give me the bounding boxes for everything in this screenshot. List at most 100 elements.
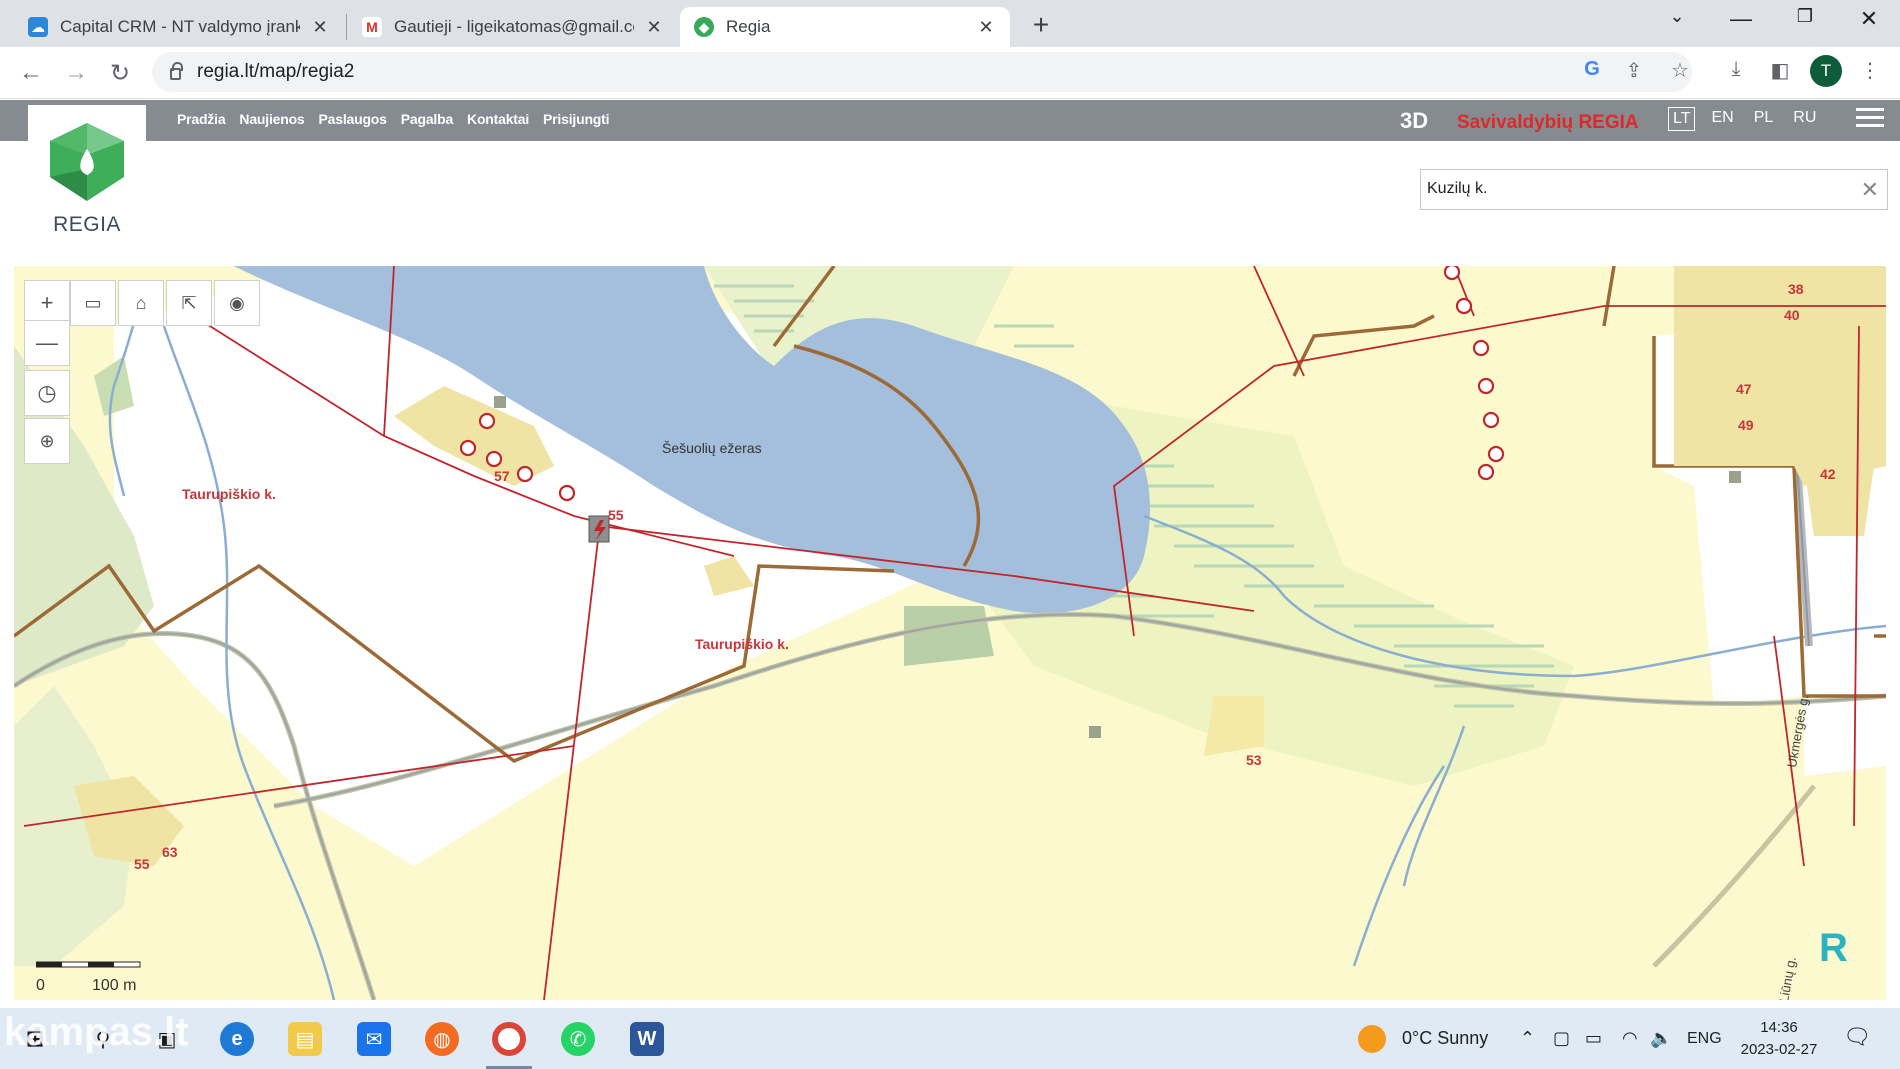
forward-button[interactable]: → [61,59,91,87]
tray-meet-icon[interactable]: ▢ [1553,1028,1570,1049]
chrome-icon[interactable] [492,1022,526,1056]
tab-regia[interactable]: ◆ Regia ✕ [680,7,1010,47]
search-box[interactable]: ✕ [1420,169,1888,210]
reload-button[interactable]: ↻ [105,59,135,88]
map-viewport[interactable]: Šešuolių ežeras Taurupiškio k. Taurupišk… [14,266,1886,1000]
nav-pagalba[interactable]: Pagalba [401,111,453,127]
village-label-2: Taurupiškio k. [695,636,789,652]
language-switcher: LT EN PL RU [1668,107,1820,131]
profile-avatar[interactable]: T [1810,55,1842,87]
share-icon[interactable]: ⇪ [1620,58,1648,83]
tab-gmail[interactable]: M Gautieji - ligeikatomas@gmail.com ✕ [348,7,678,47]
lang-ru[interactable]: RU [1789,107,1820,131]
nav-pradzia[interactable]: Pradžia [177,111,226,127]
field-53 [1204,696,1264,756]
wifi-icon[interactable]: ◠ [1622,1028,1638,1049]
parcel-number: 40 [1784,307,1800,323]
green-patch [904,606,994,666]
address-bar[interactable]: regia.lt/map/regia2 [152,52,1692,92]
file-explorer-icon[interactable]: ▤ [288,1022,322,1056]
input-language[interactable]: ENG [1687,1030,1722,1048]
lock-icon [170,62,183,80]
notifications-icon[interactable]: 🗨 [1843,1024,1871,1050]
regia-logo-icon [50,123,124,201]
clock-time: 14:36 [1760,1019,1798,1036]
close-icon[interactable]: ✕ [310,17,330,38]
parcel-number: 49 [1738,417,1754,433]
tab-title: Gautieji - ligeikatomas@gmail.com [394,17,634,36]
bookmark-star-icon[interactable]: ☆ [1666,58,1694,83]
battery-icon[interactable]: ▭ [1585,1028,1602,1049]
tab-title: Regia [726,17,771,36]
close-icon[interactable]: ✕ [976,17,996,38]
weather-sun-icon [1358,1025,1386,1053]
scale-zero: 0 [36,977,45,994]
restore-button[interactable]: ❐ [1785,6,1825,27]
browser-tabstrip: ☁ Capital CRM - NT valdymo įrankis ✕ M G… [0,0,1900,47]
tab-search-icon[interactable]: ⌄ [1657,6,1697,27]
menu-dots-icon[interactable]: ⋮ [1856,58,1884,83]
logo-text: REGIA [53,213,121,236]
word-icon[interactable]: W [630,1022,664,1056]
brand-link[interactable]: Savivaldybių REGIA [1457,112,1639,134]
windows-taskbar: ⊞ ⚲ ▣ e ▤ ✉ ◍ ✆ W 0°C Sunny ⌃ ▢ ▭ ◠ 🔈 EN… [0,1008,1900,1069]
village-label: Taurupiškio k. [182,486,276,502]
side-panel-icon[interactable]: ◧ [1766,58,1794,83]
nav-naujienos[interactable]: Naujienos [239,111,304,127]
parcel-number: 42 [1820,466,1836,482]
lang-lt[interactable]: LT [1668,107,1696,131]
back-button[interactable]: ← [16,59,46,87]
whatsapp-icon[interactable]: ✆ [561,1022,595,1056]
parcel-number: 55 [134,856,150,872]
tray-chevron-icon[interactable]: ⌃ [1520,1028,1535,1049]
parcel-number: 55 [608,507,624,523]
window-close-button[interactable]: ✕ [1849,6,1889,32]
download-icon[interactable]: ⤓ [1722,58,1750,81]
scale-label: 100 m [92,977,137,994]
site-nav: Pradžia Naujienos Paslaugos Pagalba Kont… [177,111,609,127]
scale-bar [36,961,141,968]
new-tab-button[interactable]: + [1028,9,1054,41]
3d-button[interactable]: 3D [1400,108,1428,134]
site-header-bar: Pradžia Naujienos Paslaugos Pagalba Kont… [0,100,1900,141]
regia-corner-logo-icon: R [1819,926,1848,970]
zoom-out-button[interactable]: — [24,320,70,366]
close-icon[interactable]: ✕ [644,17,664,38]
tab-separator [346,14,347,40]
map-layer[interactable] [14,266,1886,1000]
search-input[interactable] [1427,180,1847,198]
parcel-number: 63 [162,844,178,860]
lang-en[interactable]: EN [1707,107,1737,131]
tab-capital-crm[interactable]: ☁ Capital CRM - NT valdymo įrankis ✕ [14,7,344,47]
capital-crm-icon: ☁ [28,17,48,37]
url-text: regia.lt/map/regia2 [197,61,355,82]
locate-crosshair-icon[interactable]: ⊕ [24,418,70,464]
parcel-number: 47 [1736,381,1752,397]
minimize-button[interactable]: — [1721,6,1761,32]
firefox-icon[interactable]: ◍ [425,1022,459,1056]
hamburger-menu-icon[interactable] [1856,108,1884,132]
nav-paslaugos[interactable]: Paslaugos [319,111,387,127]
marker-pin-icon[interactable]: ⌂ [118,280,164,326]
edge-icon[interactable]: e [220,1022,254,1056]
share-export-icon[interactable]: ⇱ [166,280,212,326]
google-icon[interactable]: G [1578,58,1606,81]
measure-ruler-icon[interactable]: ▭ [70,280,116,326]
parcel-number: 53 [1246,752,1262,768]
mail-icon[interactable]: ✉ [357,1022,391,1056]
system-clock[interactable]: 14:36 2023-02-27 [1736,1017,1822,1061]
nav-kontaktai[interactable]: Kontaktai [467,111,529,127]
clock-date: 2023-02-27 [1740,1041,1818,1058]
lang-pl[interactable]: PL [1750,107,1778,131]
regia-logo[interactable]: REGIA [28,105,146,245]
weather-text[interactable]: 0°C Sunny [1402,1028,1488,1049]
tab-title: Capital CRM - NT valdymo įrankis [60,17,300,36]
clear-search-icon[interactable]: ✕ [1861,177,1879,203]
volume-icon[interactable]: 🔈 [1650,1028,1672,1049]
parcel-number: 57 [494,468,510,484]
target-icon[interactable]: ◉ [214,280,260,326]
nav-prisijungti[interactable]: Prisijungti [543,111,609,127]
history-clock-icon[interactable]: ◷ [24,370,70,416]
regia-favicon: ◆ [694,17,714,37]
watermark-text: kampas.lt [4,1010,189,1054]
